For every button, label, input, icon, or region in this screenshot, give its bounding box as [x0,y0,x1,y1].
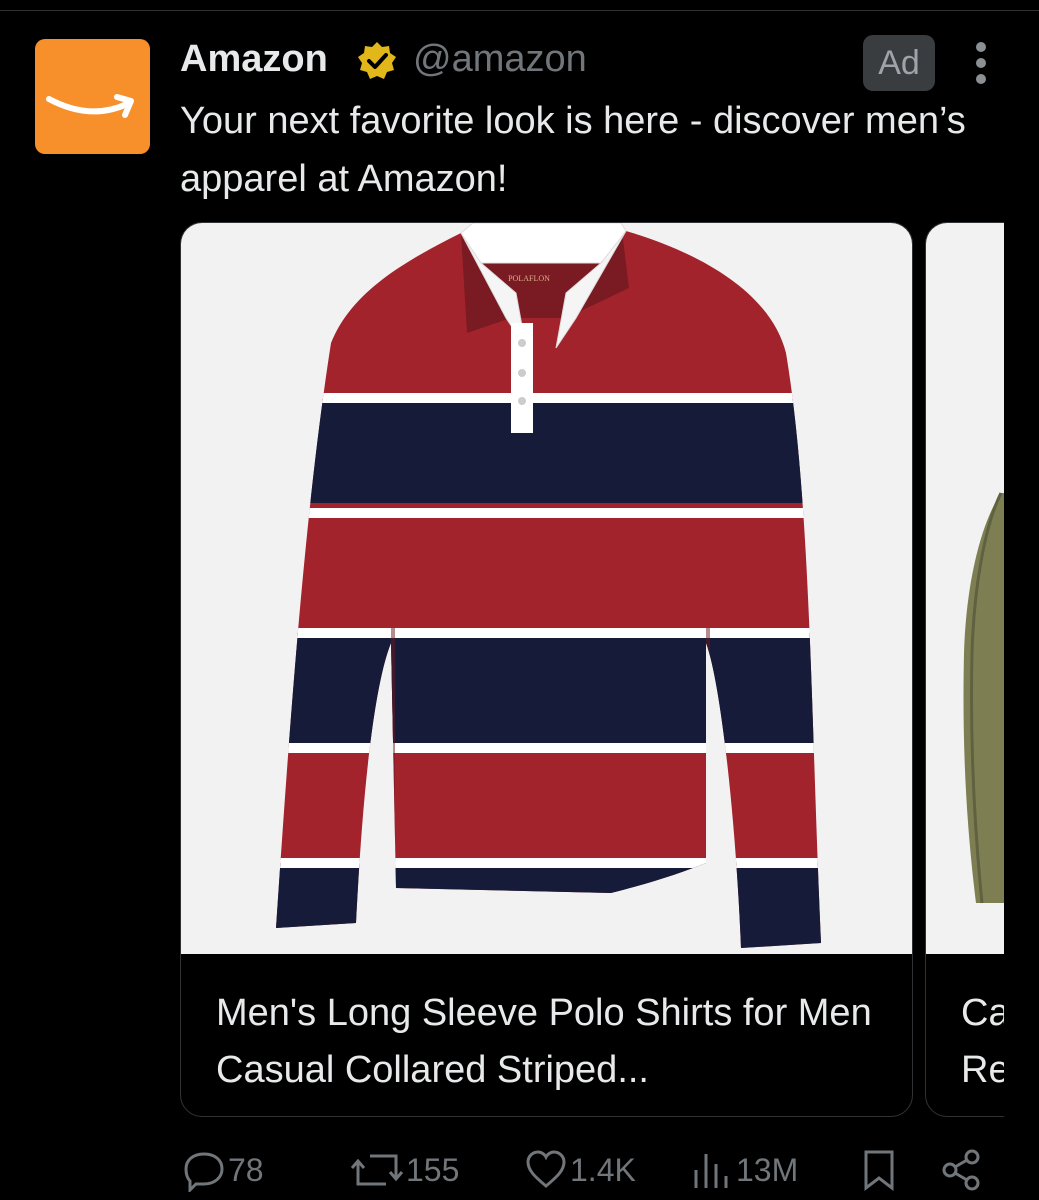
carousel-edge [1004,200,1039,1130]
views-icon [694,1154,728,1188]
tweet-text: Your next favorite look is here - discov… [180,100,966,200]
action-bar: 78 155 1.4K 13M [0,1140,1039,1200]
ad-badge: Ad [863,35,935,91]
view-count: 13M [736,1151,799,1188]
repost-button[interactable]: 155 [350,1148,459,1192]
striped-polo-shirt-image: POLAFLON [276,223,821,948]
product-image: POLAFLON [181,223,912,954]
reply-icon [184,1152,224,1192]
bookmark-icon [864,1150,894,1192]
reply-count: 78 [228,1151,264,1188]
like-button[interactable]: 1.4K [524,1148,636,1192]
like-icon [526,1150,566,1188]
repost-count: 155 [406,1151,460,1188]
share-button[interactable] [940,1148,986,1192]
more-icon[interactable] [968,42,994,86]
verified-badge-icon [358,42,396,79]
shirt-brand-label: POLAFLON [508,274,550,283]
top-divider [0,10,1039,11]
author-handle[interactable]: @amazon [413,36,587,82]
avatar[interactable] [35,39,150,154]
reply-button[interactable]: 78 [182,1148,264,1192]
repost-icon [350,1154,404,1186]
product-title[interactable]: Men's Long Sleeve Polo Shirts for Men Ca… [216,985,896,1099]
bookmark-button[interactable] [862,1148,898,1192]
amazon-smile-icon [46,94,134,118]
author-name[interactable]: Amazon [180,36,328,82]
views-button[interactable]: 13M [690,1148,798,1192]
like-count: 1.4K [570,1151,636,1188]
share-icon [942,1149,980,1191]
product-card[interactable]: POLAFLON Men's Long Sleeve Polo Shirts f… [180,222,913,1117]
